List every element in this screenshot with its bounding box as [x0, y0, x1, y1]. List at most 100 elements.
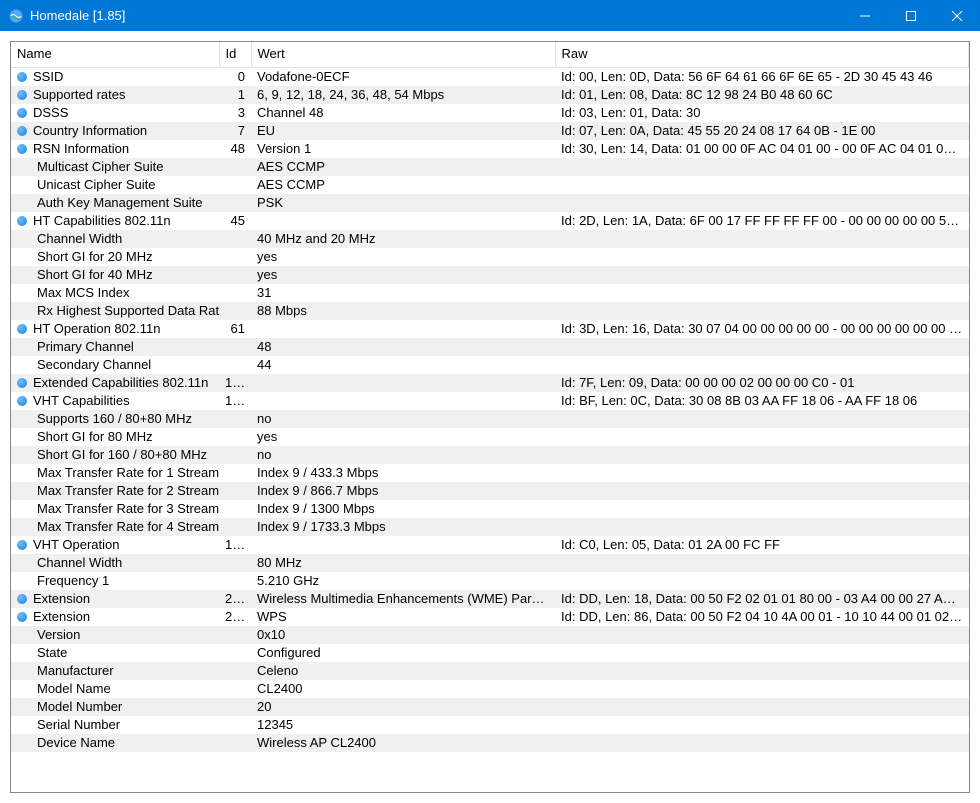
- row-wert: PSK: [251, 194, 555, 212]
- table-row[interactable]: DSSS3Channel 48Id: 03, Len: 01, Data: 30: [11, 104, 969, 122]
- table-row[interactable]: RSN Information48Version 1Id: 30, Len: 1…: [11, 140, 969, 158]
- table-row[interactable]: Short GI for 40 MHzyes: [11, 266, 969, 284]
- row-wert: 48: [251, 338, 555, 356]
- table-row[interactable]: HT Operation 802.11n61Id: 3D, Len: 16, D…: [11, 320, 969, 338]
- table-row[interactable]: Country Information7EUId: 07, Len: 0A, D…: [11, 122, 969, 140]
- row-id: 3: [219, 104, 251, 122]
- table-row[interactable]: VHT Capabilities191Id: BF, Len: 0C, Data…: [11, 392, 969, 410]
- header-id[interactable]: Id: [219, 42, 251, 68]
- row-raw: [555, 572, 969, 590]
- row-id: 45: [219, 212, 251, 230]
- row-name: Short GI for 160 / 80+80 MHz: [37, 446, 207, 464]
- row-raw: [555, 176, 969, 194]
- table-row[interactable]: Max Transfer Rate for 2 StreamsIndex 9 /…: [11, 482, 969, 500]
- row-id: [219, 176, 251, 194]
- row-name: VHT Capabilities: [33, 392, 130, 410]
- row-raw: [555, 410, 969, 428]
- table-row[interactable]: Max Transfer Rate for 1 StreamIndex 9 / …: [11, 464, 969, 482]
- table-row[interactable]: Short GI for 20 MHzyes: [11, 248, 969, 266]
- row-id: [219, 158, 251, 176]
- table-row[interactable]: Short GI for 80 MHz yes: [11, 428, 969, 446]
- row-id: 1: [219, 86, 251, 104]
- item-bullet-icon: [17, 594, 27, 604]
- row-wert: 40 MHz and 20 MHz: [251, 230, 555, 248]
- row-id: 191: [219, 392, 251, 410]
- row-raw: [555, 356, 969, 374]
- header-raw[interactable]: Raw: [555, 42, 969, 68]
- row-wert: yes: [251, 428, 555, 446]
- row-name: Short GI for 80 MHz: [37, 428, 153, 446]
- table-row[interactable]: Model NameCL2400: [11, 680, 969, 698]
- row-wert: [251, 374, 555, 392]
- item-bullet-icon: [17, 144, 27, 154]
- row-raw: [555, 338, 969, 356]
- table-panel[interactable]: Name Id Wert Raw SSID0Vodafone-0ECFId: 0…: [10, 41, 970, 793]
- row-name: Frequency 1: [37, 572, 109, 590]
- row-raw: [555, 626, 969, 644]
- table-row[interactable]: Short GI for 160 / 80+80 MHzno: [11, 446, 969, 464]
- table-row[interactable]: VHT Operation192Id: C0, Len: 05, Data: 0…: [11, 536, 969, 554]
- row-raw: [555, 446, 969, 464]
- row-wert: Channel 48: [251, 104, 555, 122]
- table-row[interactable]: Serial Number 12345: [11, 716, 969, 734]
- row-id: [219, 716, 251, 734]
- table-row[interactable]: Unicast Cipher SuiteAES CCMP: [11, 176, 969, 194]
- row-id: [219, 302, 251, 320]
- row-wert: Wireless AP CL2400: [251, 734, 555, 752]
- table-row[interactable]: StateConfigured: [11, 644, 969, 662]
- table-row[interactable]: Frequency 1 5.210 GHz: [11, 572, 969, 590]
- row-name: Serial Number: [37, 716, 120, 734]
- row-wert: 12345: [251, 716, 555, 734]
- table-row[interactable]: Max Transfer Rate for 4 StreamsIndex 9 /…: [11, 518, 969, 536]
- row-raw: [555, 680, 969, 698]
- table-row[interactable]: Secondary Channel44: [11, 356, 969, 374]
- table-row[interactable]: Device NameWireless AP CL2400: [11, 734, 969, 752]
- row-name: HT Capabilities 802.11n: [33, 212, 171, 230]
- header-wert[interactable]: Wert: [251, 42, 555, 68]
- table-row[interactable]: Max Transfer Rate for 3 StreamsIndex 9 /…: [11, 500, 969, 518]
- row-name: Manufacturer: [37, 662, 114, 680]
- row-id: [219, 356, 251, 374]
- table-row[interactable]: ManufacturerCeleno: [11, 662, 969, 680]
- minimize-button[interactable]: [842, 0, 888, 31]
- row-wert: 5.210 GHz: [251, 572, 555, 590]
- maximize-button[interactable]: [888, 0, 934, 31]
- row-raw: Id: 00, Len: 0D, Data: 56 6F 64 61 66 6F…: [555, 68, 969, 87]
- row-raw: Id: 7F, Len: 09, Data: 00 00 00 02 00 00…: [555, 374, 969, 392]
- table-row[interactable]: HT Capabilities 802.11n45Id: 2D, Len: 1A…: [11, 212, 969, 230]
- row-name: Version: [37, 626, 80, 644]
- row-raw: [555, 248, 969, 266]
- table-row[interactable]: Auth Key Management Suite PSK: [11, 194, 969, 212]
- row-id: [219, 518, 251, 536]
- table-row[interactable]: Channel Width80 MHz: [11, 554, 969, 572]
- row-id: [219, 428, 251, 446]
- row-name: Channel Width: [37, 554, 122, 572]
- row-wert: [251, 536, 555, 554]
- table-row[interactable]: Model Number20: [11, 698, 969, 716]
- header-name[interactable]: Name: [11, 42, 219, 68]
- row-raw: [555, 158, 969, 176]
- table-row[interactable]: SSID0Vodafone-0ECFId: 00, Len: 0D, Data:…: [11, 68, 969, 87]
- item-bullet-icon: [17, 72, 27, 82]
- table-row[interactable]: Channel Width40 MHz and 20 MHz: [11, 230, 969, 248]
- row-wert: Configured: [251, 644, 555, 662]
- table-row[interactable]: Max MCS Index31: [11, 284, 969, 302]
- row-name: Auth Key Management Suite: [37, 194, 203, 212]
- row-raw: [555, 734, 969, 752]
- row-id: 127: [219, 374, 251, 392]
- close-button[interactable]: [934, 0, 980, 31]
- table-row[interactable]: Multicast Cipher SuiteAES CCMP: [11, 158, 969, 176]
- table-row[interactable]: Supports 160 / 80+80 MHzno: [11, 410, 969, 428]
- row-id: [219, 482, 251, 500]
- table-row[interactable]: Version0x10: [11, 626, 969, 644]
- table-row[interactable]: Primary Channel48: [11, 338, 969, 356]
- table-row[interactable]: Extended Capabilities 802.11n127Id: 7F, …: [11, 374, 969, 392]
- table-row[interactable]: Extension221WPSId: DD, Len: 86, Data: 00…: [11, 608, 969, 626]
- row-wert: AES CCMP: [251, 176, 555, 194]
- table-row[interactable]: Extension221Wireless Multimedia Enhancem…: [11, 590, 969, 608]
- table-row[interactable]: Rx Highest Supported Data Rate88 Mbps: [11, 302, 969, 320]
- row-raw: Id: 30, Len: 14, Data: 01 00 00 0F AC 04…: [555, 140, 969, 158]
- row-wert: [251, 392, 555, 410]
- titlebar[interactable]: Homedale [1.85]: [0, 0, 980, 31]
- table-row[interactable]: Supported rates16, 9, 12, 18, 24, 36, 48…: [11, 86, 969, 104]
